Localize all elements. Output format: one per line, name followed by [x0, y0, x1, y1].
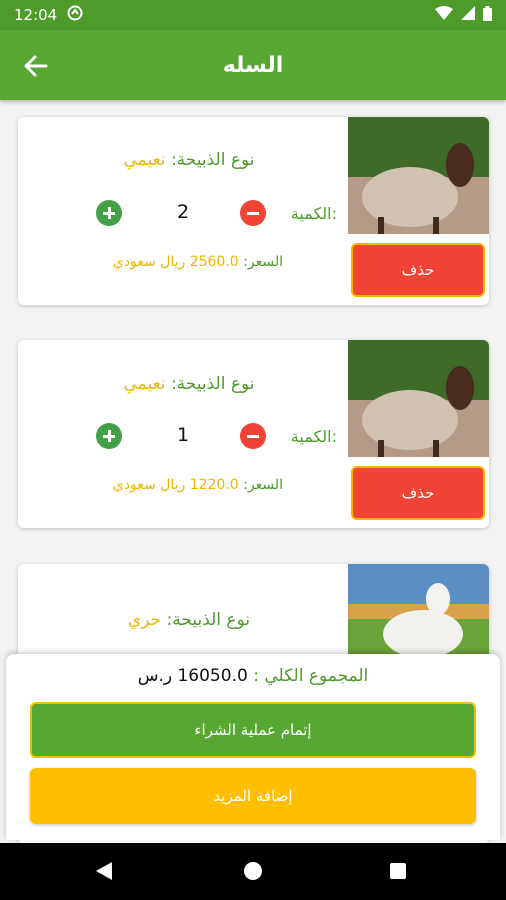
nav-home-icon[interactable] — [244, 862, 262, 880]
checkout-panel: المجموع الكلي : 16050.0 ر.س إتمام عملية … — [6, 654, 500, 840]
quantity-label: الكمية: — [290, 427, 337, 446]
total-row: المجموع الكلي : 16050.0 ر.س — [6, 666, 500, 686]
nav-back-icon[interactable] — [96, 862, 112, 880]
quantity-label: الكمية: — [290, 204, 337, 223]
total-value: 16050.0 ر.س — [137, 666, 248, 686]
delete-button[interactable]: حذف — [351, 243, 485, 297]
type-value: حري — [127, 610, 162, 630]
price-value: 1220.0 ريال سعودي — [112, 477, 239, 493]
sheep-photo — [348, 117, 489, 234]
type-label: نوع الذبيحة: — [166, 610, 251, 630]
price-value: 2560.0 ريال سعودي — [112, 254, 239, 270]
system-nav-bar — [0, 843, 506, 900]
item-type-row: نوع الذبيحة: نعيمي — [39, 374, 339, 394]
goat-photo — [348, 564, 489, 664]
item-type-row: نوع الذبيحة: نعيمي — [39, 150, 339, 170]
sheep-photo — [348, 340, 489, 457]
app-bar: السله — [0, 30, 506, 100]
decrease-quantity-button[interactable] — [240, 200, 266, 226]
quantity-value: 2 — [176, 201, 190, 223]
back-arrow-icon[interactable] — [22, 52, 50, 80]
total-label: المجموع الكلي : — [253, 666, 369, 686]
page-title: السله — [222, 52, 284, 78]
nav-recents-icon[interactable] — [390, 863, 406, 879]
cart-item-card: نوع الذبيحة: نعيمي الكمية: 1 السعر: 1220… — [18, 340, 489, 528]
price-label: السعر: — [243, 477, 283, 493]
cart-item-card: نوع الذبيحة: نعيمي الكمية: 2 السعر: 2560… — [18, 117, 489, 305]
decrease-quantity-button[interactable] — [240, 423, 266, 449]
signal-icon — [461, 6, 475, 24]
wifi-icon — [435, 6, 453, 24]
add-more-button[interactable]: إضافه المزيد — [30, 768, 476, 824]
status-bar: 12:04 — [0, 0, 506, 30]
increase-quantity-button[interactable] — [96, 423, 122, 449]
item-type-row: نوع الذبيحة: حري — [39, 610, 339, 630]
type-value: نعيمي — [123, 374, 166, 394]
type-label: نوع الذبيحة: — [170, 374, 255, 394]
price-row: السعر: 2560.0 ريال سعودي — [113, 254, 283, 270]
price-label: السعر: — [243, 254, 283, 270]
price-row: السعر: 1220.0 ريال سعودي — [113, 477, 283, 493]
sync-icon — [67, 5, 83, 25]
battery-icon — [483, 5, 492, 25]
quantity-value: 1 — [176, 424, 190, 446]
checkout-button[interactable]: إتمام عملية الشراء — [30, 702, 476, 758]
type-label: نوع الذبيحة: — [170, 150, 255, 170]
increase-quantity-button[interactable] — [96, 200, 122, 226]
status-time: 12:04 — [14, 6, 58, 24]
type-value: نعيمي — [123, 150, 166, 170]
delete-button[interactable]: حذف — [351, 466, 485, 520]
